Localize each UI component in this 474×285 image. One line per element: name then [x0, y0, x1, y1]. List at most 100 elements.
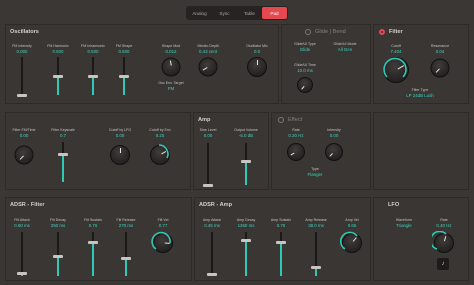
glide-time-value[interactable]: 10.0 ms: [297, 68, 313, 73]
oscillator-mix-value[interactable]: 0.0: [254, 49, 260, 54]
filt-attack-slider[interactable]: [17, 232, 27, 276]
amp-decay-label: Amp Decay: [236, 218, 256, 222]
shape-mod-label: Shape Mod: [161, 44, 181, 48]
effect-intensity-value[interactable]: 0.00: [330, 133, 339, 138]
resonance-label: Resonance: [430, 44, 450, 48]
lfo-rate-label: Rate: [440, 218, 448, 222]
tab-analog[interactable]: Analog: [187, 7, 212, 19]
cutoff-knob[interactable]: [383, 57, 409, 83]
amp-release-value[interactable]: 38.0 ms: [308, 223, 324, 228]
filt-sustain-label: Filt Sustain: [84, 218, 102, 222]
sine-level-value[interactable]: 0.00: [204, 133, 213, 138]
oscillator-mix-knob[interactable]: [247, 57, 267, 77]
amp-title: Amp: [198, 117, 211, 123]
amp-attack-value[interactable]: 0.45 ms: [204, 223, 220, 228]
filter-keyscale-label: Filter Keyscale: [51, 128, 75, 132]
oscillators-title: Oscillators: [10, 29, 39, 35]
glide-type-value[interactable]: Glide: [300, 47, 310, 52]
fm-shape-value[interactable]: 0.500: [119, 49, 130, 54]
amp-release-label: Amp Release: [305, 218, 327, 222]
cutoff-by-lfo-value[interactable]: 0.00: [116, 133, 125, 138]
sine-level-label: Sine Level: [199, 128, 217, 132]
amp-sustain-value[interactable]: 0.76: [277, 223, 286, 228]
filter-power-icon[interactable]: [379, 29, 385, 35]
filt-decay-slider[interactable]: [53, 232, 63, 276]
glide-mode-label: Glide/UI Mode: [333, 42, 357, 46]
filt-sustain-value[interactable]: 0.76: [89, 223, 98, 228]
fm-inharmonic-value[interactable]: 0.500: [88, 49, 99, 54]
amp-sustain-slider[interactable]: [276, 232, 286, 276]
filter-type-value[interactable]: LP 24dB Lush: [406, 93, 434, 98]
effect-intensity-knob[interactable]: [325, 143, 343, 161]
effect-rate-knob[interactable]: [287, 143, 305, 161]
blank-panel: [373, 112, 469, 190]
resonance-knob[interactable]: [430, 58, 450, 78]
glide-type-label: Glide/UI Type: [294, 42, 316, 46]
filt-release-slider[interactable]: [121, 232, 131, 276]
tab-sync[interactable]: Sync: [212, 7, 237, 19]
filter-fm-time-value[interactable]: 0.00: [20, 133, 29, 138]
amp-decay-value[interactable]: 1360 ms: [238, 223, 255, 228]
osc-env-target-value[interactable]: FM: [168, 86, 174, 91]
effect-type-value[interactable]: Flanger: [308, 172, 323, 177]
effect-rate-value[interactable]: 0.20 Hz: [288, 133, 303, 138]
glide-time-knob[interactable]: [297, 77, 313, 93]
output-volume-value[interactable]: -6.0 dB: [239, 133, 253, 138]
filter-fm-time-knob[interactable]: [14, 145, 34, 165]
amp-vel-value[interactable]: 0.65: [348, 223, 357, 228]
shape-mod-knob[interactable]: [161, 57, 181, 77]
vibrato-depth-value[interactable]: 0.43 cent: [199, 49, 217, 54]
filt-attack-value[interactable]: 0.60 ms: [14, 223, 30, 228]
output-volume-label: Output Volume: [234, 128, 258, 132]
fm-intensity-value[interactable]: 0.000: [17, 49, 28, 54]
effect-rate-label: Rate: [292, 128, 300, 132]
lfo-rate-value[interactable]: 0.40 Hz: [436, 223, 451, 228]
fm-intensity-slider[interactable]: [17, 57, 27, 97]
shape-mod-value[interactable]: 0.012: [166, 49, 177, 54]
filt-sustain-slider[interactable]: [88, 232, 98, 276]
amp-vel-knob[interactable]: [340, 231, 362, 253]
cutoff-by-env-knob[interactable]: [150, 144, 170, 165]
cutoff-label: Cutoff: [391, 44, 401, 48]
amp-release-slider[interactable]: [311, 232, 321, 276]
filt-decay-value[interactable]: 250 ms: [51, 223, 65, 228]
note-icon: ♪: [441, 261, 445, 267]
fm-shape-slider[interactable]: [119, 57, 129, 95]
sine-level-slider[interactable]: [203, 143, 213, 187]
cutoff-by-env-value[interactable]: 0.25: [156, 133, 165, 138]
amp-decay-slider[interactable]: [241, 232, 251, 276]
vibrato-depth-knob[interactable]: [198, 57, 218, 77]
effect-power-icon[interactable]: [278, 117, 284, 123]
fm-inharmonic-label: FM Inharmonic: [81, 44, 105, 48]
cutoff-value[interactable]: 7.404: [391, 49, 402, 54]
vibrato-depth-label: Vibrato Depth: [197, 44, 219, 48]
lfo-sync-note-button[interactable]: ♪: [437, 258, 449, 270]
filt-release-label: Filt Release: [116, 218, 136, 222]
amp-sustain-label: Amp Sustain: [270, 218, 292, 222]
filter-keyscale-slider[interactable]: [58, 142, 68, 182]
tab-table[interactable]: Table: [237, 7, 262, 19]
fm-harmonic-value[interactable]: 0.500: [53, 49, 64, 54]
filt-vel-value[interactable]: 0.77: [159, 223, 168, 228]
filt-release-value[interactable]: 270 ms: [119, 223, 133, 228]
adsr-filter-title: ADSR - Filter: [10, 202, 45, 208]
glide-time-label: Glide/UI Time: [294, 63, 316, 67]
glide-power-icon[interactable]: [305, 29, 311, 35]
lfo-waveform-value[interactable]: Triangle: [396, 223, 412, 228]
effect-panel: Effect: [271, 112, 371, 190]
fm-harmonic-slider[interactable]: [53, 57, 63, 95]
amp-attack-label: Amp Attack: [202, 218, 222, 222]
amp-attack-slider[interactable]: [207, 232, 217, 276]
output-volume-slider[interactable]: [241, 143, 251, 185]
lfo-rate-knob[interactable]: [432, 231, 454, 253]
filt-vel-knob[interactable]: [151, 231, 173, 253]
glide-mode-value[interactable]: All Gen: [338, 47, 352, 52]
cutoff-by-lfo-knob[interactable]: [110, 145, 130, 165]
amp-vel-label: Amp Vel: [345, 218, 359, 222]
resonance-value[interactable]: 0.04: [436, 49, 445, 54]
lfo-waveform-label: Waveform: [395, 218, 413, 222]
tab-pad[interactable]: Pad: [262, 7, 287, 19]
adsr-amp-title: ADSR - Amp: [199, 202, 233, 208]
filter-keyscale-value[interactable]: 0.7: [60, 133, 66, 138]
fm-inharmonic-slider[interactable]: [88, 57, 98, 95]
